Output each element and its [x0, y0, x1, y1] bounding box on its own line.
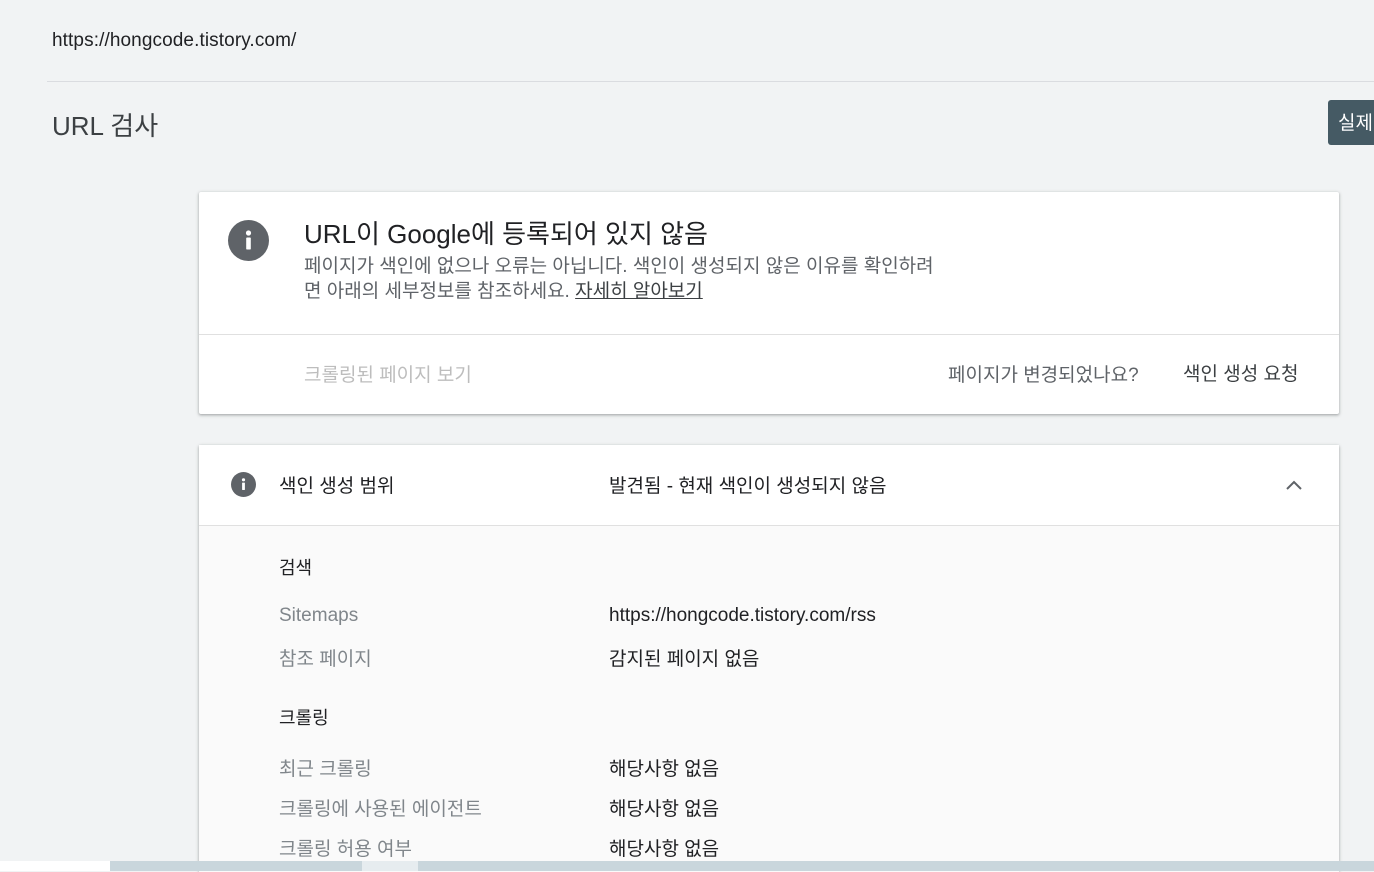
header-divider — [47, 81, 1374, 82]
view-crawled-page-button[interactable]: 크롤링된 페이지 보기 — [304, 360, 472, 387]
coverage-header[interactable]: 색인 생성 범위 발견됨 - 현재 색인이 생성되지 않음 — [199, 445, 1339, 525]
status-description-line2: 면 아래의 세부정보를 참조하세요. — [304, 281, 570, 302]
live-test-button[interactable]: 실제 URL 테스트 — [1328, 100, 1374, 145]
section-heading-crawl: 크롤링 — [279, 708, 329, 728]
page-changed-text: 페이지가 변경되었나요? — [948, 365, 1139, 386]
detail-value: 해당사항 없음 — [609, 759, 720, 780]
card-divider — [199, 334, 1339, 335]
detail-value[interactable]: https://hongcode.tistory.com/rss — [609, 605, 876, 627]
detail-label: 크롤링에 사용된 에이전트 — [279, 799, 482, 820]
detail-value: 해당사항 없음 — [609, 799, 720, 820]
bottom-bar — [0, 861, 1374, 871]
request-indexing-button[interactable]: 색인 생성 요청 — [1183, 359, 1298, 386]
chevron-up-icon[interactable] — [1282, 474, 1306, 498]
bottom-bar-segment — [0, 861, 110, 871]
bottom-bar-segment — [362, 861, 418, 871]
detail-value: 감지된 페이지 없음 — [609, 649, 760, 670]
learn-more-link[interactable]: 자세히 알아보기 — [575, 281, 703, 302]
status-description: 페이지가 색인에 없으나 오류는 아닙니다. 색인이 생성되지 않은 이유를 확… — [304, 254, 1024, 304]
detail-label: Sitemaps — [279, 605, 359, 626]
property-bar: https://hongcode.tistory.com/ — [0, 0, 1374, 82]
detail-label: 참조 페이지 — [279, 649, 372, 670]
detail-label: 최근 크롤링 — [279, 759, 372, 780]
section-heading-discovery: 검색 — [279, 558, 313, 578]
status-description-line1: 페이지가 색인에 없으나 오류는 아닙니다. 색인이 생성되지 않은 이유를 확… — [304, 256, 934, 277]
page-title: URL 검사 — [52, 111, 159, 141]
url-status-card: URL이 Google에 등록되어 있지 않음 페이지가 색인에 없으나 오류는… — [199, 192, 1339, 414]
coverage-status-value: 발견됨 - 현재 색인이 생성되지 않음 — [609, 476, 887, 497]
status-title: URL이 Google에 등록되어 있지 않음 — [304, 219, 708, 249]
info-icon — [228, 220, 269, 261]
property-url[interactable]: https://hongcode.tistory.com/ — [52, 30, 296, 52]
coverage-card: 색인 생성 범위 발견됨 - 현재 색인이 생성되지 않음 검색 Sitemap… — [199, 445, 1339, 872]
coverage-details: 검색 Sitemaps https://hongcode.tistory.com… — [199, 525, 1339, 872]
detail-value: 해당사항 없음 — [609, 839, 720, 860]
info-icon — [231, 472, 256, 497]
detail-label: 크롤링 허용 여부 — [279, 839, 412, 860]
coverage-label: 색인 생성 범위 — [279, 476, 395, 497]
